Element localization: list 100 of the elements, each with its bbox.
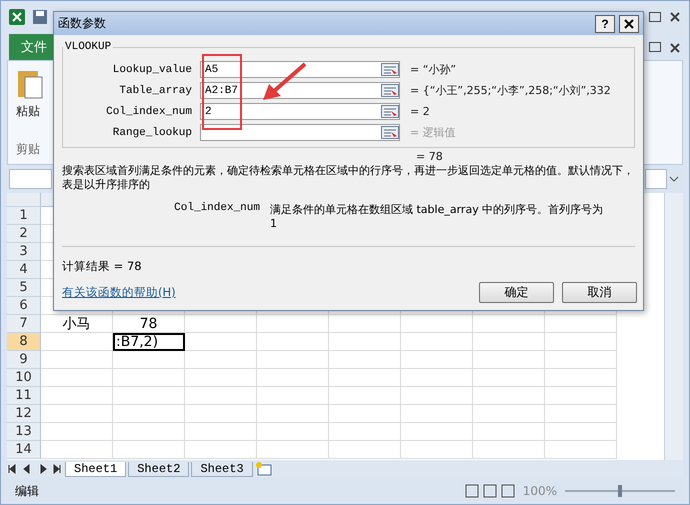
table-cell <box>257 315 329 333</box>
table-cell <box>473 369 545 387</box>
row-header[interactable]: 11 <box>7 387 41 405</box>
table-cell <box>545 441 617 459</box>
table-cell <box>473 423 545 441</box>
collapse-icon[interactable] <box>381 105 399 118</box>
corner-cell[interactable] <box>7 193 41 207</box>
excel-logo-icon[interactable] <box>9 8 25 24</box>
argument-label: Range_lookup <box>112 126 193 138</box>
restore-icon[interactable] <box>649 12 661 22</box>
row-header[interactable]: 12 <box>7 405 41 423</box>
vertical-scrollbar[interactable] <box>664 193 683 460</box>
sheet-tab[interactable]: Sheet2 <box>128 462 190 476</box>
argument-field[interactable] <box>200 124 400 141</box>
close-icon[interactable] <box>669 10 681 22</box>
argument-label: Col_index_num <box>105 106 193 118</box>
table-cell <box>473 333 545 351</box>
row-header[interactable]: 6 <box>7 297 41 315</box>
row-header[interactable]: 5 <box>7 279 41 297</box>
help-button[interactable]: ? <box>595 14 615 32</box>
table-cell: 78 <box>113 315 185 333</box>
table-cell <box>113 387 185 405</box>
help-link[interactable]: 有关该函数的帮助(H) <box>62 285 176 300</box>
argument-name: Col_index_num <box>173 202 260 216</box>
row-header[interactable]: 2 <box>7 225 41 243</box>
argument-description: 满足条件的单元格在数组区域 table_array 中的列序号。首列序号为 1 <box>270 202 604 230</box>
argument-value: = {“小王”,255;“小李”,258;“小刘”,332 <box>410 83 611 98</box>
collapse-icon[interactable] <box>381 63 399 76</box>
row-header[interactable]: 7 <box>7 315 41 333</box>
collapse-icon[interactable] <box>381 84 399 97</box>
status-text: 编辑 <box>15 482 40 500</box>
row-header[interactable]: 1 <box>7 207 41 225</box>
table-cell <box>329 423 401 441</box>
table-cell <box>401 387 473 405</box>
table-cell <box>41 423 113 441</box>
table-cell <box>401 405 473 423</box>
table-cell <box>401 369 473 387</box>
table-cell <box>473 387 545 405</box>
row-header[interactable]: 13 <box>7 423 41 441</box>
table-cell <box>41 333 113 351</box>
restore-icon[interactable] <box>649 42 661 52</box>
table-cell <box>401 423 473 441</box>
formula-field[interactable] <box>645 169 667 189</box>
table-cell <box>185 441 257 459</box>
argument-value: = 2 <box>410 105 430 118</box>
table-cell <box>545 423 617 441</box>
table-cell <box>473 351 545 369</box>
table-cell <box>329 387 401 405</box>
zoom-thumb[interactable] <box>618 485 622 497</box>
row-header[interactable]: 9 <box>7 351 41 369</box>
table-cell <box>329 441 401 459</box>
table-cell <box>257 405 329 423</box>
table-cell <box>257 423 329 441</box>
table-cell <box>545 387 617 405</box>
sheet-tab[interactable]: Sheet3 <box>191 462 253 476</box>
table-cell <box>401 441 473 459</box>
table-cell <box>257 333 329 351</box>
table-cell <box>41 387 113 405</box>
row-header[interactable]: 4 <box>7 261 41 279</box>
argument-field[interactable]: A2:B7 <box>200 82 400 99</box>
table-cell <box>329 315 401 333</box>
table-cell <box>185 387 257 405</box>
row-header[interactable]: 3 <box>7 243 41 261</box>
close-icon <box>624 18 634 28</box>
table-cell <box>545 351 617 369</box>
group-label: 剪贴 <box>16 141 40 158</box>
calculation-result: 计算结果 = 78 <box>62 259 142 274</box>
sheet-tab[interactable]: Sheet1 <box>65 462 126 476</box>
table-cell <box>329 369 401 387</box>
argument-field[interactable]: A5 <box>200 61 400 78</box>
dialog-button[interactable]: 确定 <box>479 282 554 303</box>
paste-button[interactable]: 粘贴 <box>16 103 40 120</box>
table-cell <box>401 315 473 333</box>
table-cell <box>329 333 401 351</box>
table-cell <box>545 405 617 423</box>
table-cell <box>329 351 401 369</box>
table-cell <box>257 441 329 459</box>
row-header[interactable]: 14 <box>7 441 41 459</box>
table-cell <box>185 333 257 351</box>
row-header[interactable]: 8 <box>7 333 41 351</box>
argument-value: = “小孙” <box>410 62 456 77</box>
collapse-icon[interactable] <box>381 126 399 139</box>
table-cell <box>401 333 473 351</box>
table-cell <box>185 405 257 423</box>
selected-cell[interactable]: :B7,2) <box>113 333 185 351</box>
table-cell <box>113 423 185 441</box>
close-button[interactable] <box>619 14 639 32</box>
argument-field[interactable]: 2 <box>200 103 400 120</box>
sheet-navigation-icon[interactable] <box>7 464 63 474</box>
row-header[interactable]: 10 <box>7 369 41 387</box>
view-icon[interactable] <box>464 484 515 498</box>
table-cell <box>41 441 113 459</box>
table-cell <box>545 369 617 387</box>
new-sheet-icon[interactable] <box>254 462 273 476</box>
table-cell <box>257 351 329 369</box>
save-icon[interactable] <box>33 10 47 24</box>
close-icon[interactable] <box>669 42 681 54</box>
table-cell <box>41 405 113 423</box>
table-cell <box>185 315 257 333</box>
dialog-button[interactable]: 取消 <box>562 282 637 303</box>
